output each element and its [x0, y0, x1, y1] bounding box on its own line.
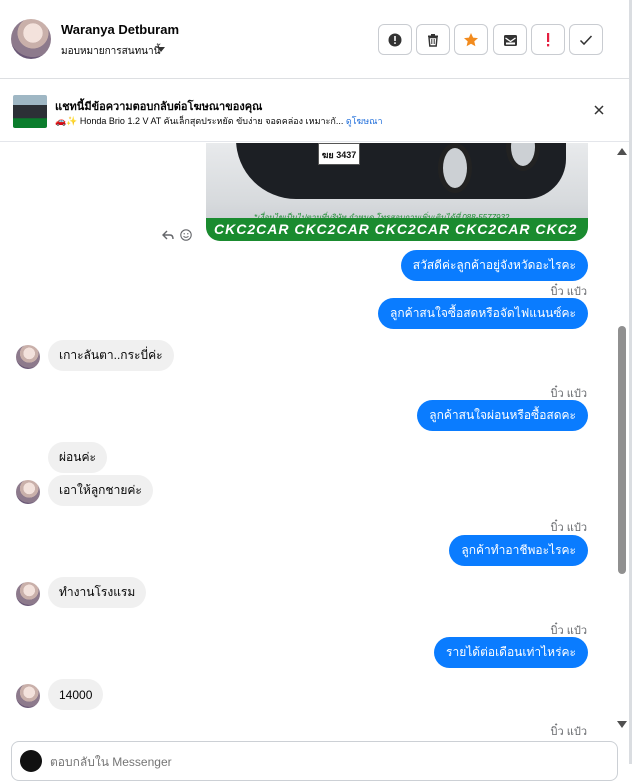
message-actions	[162, 229, 192, 241]
trash-icon	[428, 33, 438, 47]
reply-input[interactable]	[50, 755, 550, 769]
incoming-message[interactable]: เกาะลันตา..กระบี่ค่ะ	[48, 340, 174, 371]
ad-reply-banner: แชทนี้มีข้อความตอบกลับต่อโฆษณาของคุณ 🚗✨ …	[0, 80, 632, 142]
scroll-down-arrow-icon[interactable]	[617, 721, 627, 728]
ad-thumbnail[interactable]	[13, 95, 47, 128]
outgoing-message[interactable]: ลูกค้าสนใจซื้อสดหรือจัดไฟแนนซ์คะ	[378, 298, 588, 329]
contact-avatar-small[interactable]	[16, 582, 40, 606]
conversation-header: Waranya Detburam มอบหมายการสนทนานี้	[0, 0, 632, 79]
incoming-message[interactable]: ผ่อนค่ะ	[48, 442, 107, 473]
exclamation-icon	[547, 32, 550, 46]
incoming-message[interactable]: ทำงานโรงแรม	[48, 577, 147, 608]
outgoing-message[interactable]: ลูกค้าสนใจผ่อนหรือซื้อสดคะ	[417, 400, 588, 431]
car-image-banner: CKC2CAR CKC2CAR CKC2CAR CKC2CAR CKC2	[206, 218, 588, 241]
check-icon	[579, 34, 593, 45]
contact-avatar-small[interactable]	[16, 345, 40, 369]
outgoing-message[interactable]: รายได้ต่อเดือนเท่าไหร่คะ	[434, 637, 588, 668]
mark-unread-button[interactable]	[493, 24, 527, 55]
contact-avatar-small[interactable]	[16, 480, 40, 504]
incoming-message[interactable]: 14000	[48, 679, 104, 710]
report-spam-button[interactable]	[378, 24, 412, 55]
ad-banner-title: แชทนี้มีข้อความตอบกลับต่อโฆษณาของคุณ	[55, 101, 263, 113]
page-avatar	[20, 750, 42, 772]
ad-description: 🚗✨ Honda Brio 1.2 V AT คันเล็กสุดประหยัด…	[55, 116, 344, 126]
ad-banner-subtitle: 🚗✨ Honda Brio 1.2 V AT คันเล็กสุดประหยัด…	[55, 114, 383, 128]
view-ad-link[interactable]: ดูโฆษณา	[346, 116, 383, 126]
scroll-up-arrow-icon[interactable]	[617, 148, 627, 155]
mark-unread-icon	[503, 34, 517, 46]
reply-icon[interactable]	[162, 229, 174, 241]
contact-avatar-small[interactable]	[16, 684, 40, 708]
scrollbar-thumb[interactable]	[618, 326, 626, 574]
emoji-icon[interactable]	[180, 229, 192, 241]
incoming-message[interactable]: เอาให้ลูกชายค่ะ	[48, 475, 153, 506]
delete-button[interactable]	[416, 24, 450, 55]
sender-name: บิ๋ว แป๋ว	[550, 522, 587, 534]
thread-scrollbar[interactable]	[615, 143, 629, 740]
follow-up-star-button[interactable]	[454, 24, 488, 55]
contact-name[interactable]: Waranya Detburam	[61, 22, 179, 37]
close-icon[interactable]	[592, 103, 606, 117]
message-thread[interactable]: ฆย 3437 *เงื่อนไขเป็นไปตามที่บริษัท กำหน…	[0, 143, 615, 740]
caret-down-icon[interactable]	[157, 47, 165, 52]
car-license-plate: ฆย 3437	[318, 143, 360, 165]
sender-name: บิ๋ว แป๋ว	[550, 726, 587, 738]
reply-composer[interactable]	[11, 741, 618, 781]
assign-conversation-dropdown[interactable]: มอบหมายการสนทนานี้	[61, 44, 160, 59]
outgoing-message[interactable]: สวัสดีค่ะลูกค้าอยู่จังหวัดอะไรคะ	[400, 250, 588, 281]
contact-avatar[interactable]	[11, 19, 51, 59]
ad-car-image[interactable]: ฆย 3437 *เงื่อนไขเป็นไปตามที่บริษัท กำหน…	[206, 143, 588, 241]
mark-priority-button[interactable]	[531, 24, 565, 55]
alert-circle-icon	[388, 33, 402, 46]
star-icon	[464, 32, 478, 46]
mark-done-button[interactable]	[569, 24, 603, 55]
car-wheel	[438, 143, 472, 193]
outgoing-message[interactable]: ลูกค้าทำอาชีพอะไรคะ	[449, 535, 588, 566]
